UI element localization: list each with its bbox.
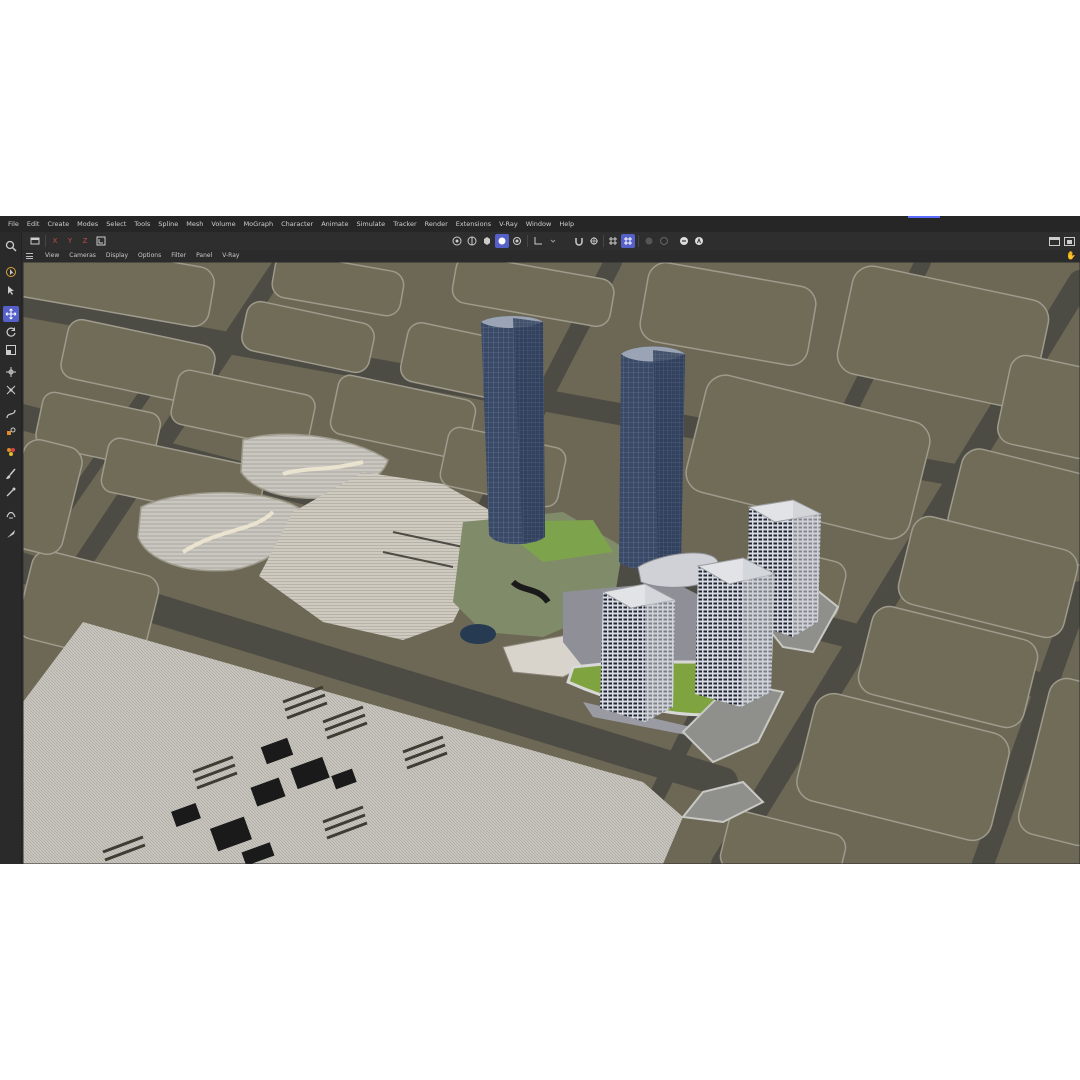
viewport-menu-vray[interactable]: V-Ray	[217, 250, 244, 262]
search-icon[interactable]	[3, 238, 19, 254]
menu-character[interactable]: Character	[277, 216, 317, 232]
coordinate-system-icon[interactable]	[94, 234, 108, 248]
viewport-scene	[23, 262, 1080, 864]
menu-file[interactable]: File	[4, 216, 23, 232]
viewport-hamburger-icon[interactable]	[26, 250, 36, 262]
viewport-menu-panel[interactable]: Panel	[191, 250, 217, 262]
viewport-menu-display[interactable]: Display	[101, 250, 133, 262]
undo-history-icon[interactable]	[28, 234, 42, 248]
axis-x-button[interactable]: X	[48, 234, 62, 248]
sketch-icon[interactable]	[3, 484, 19, 500]
floor-grid-icon[interactable]	[531, 234, 545, 248]
axis-y-button[interactable]: Y	[63, 234, 77, 248]
dropdown-arrow-icon[interactable]	[546, 234, 560, 248]
menu-bar: File Edit Create Modes Select Tools Spli…	[0, 216, 1080, 232]
scale-icon[interactable]	[3, 342, 19, 358]
menu-mesh[interactable]: Mesh	[182, 216, 207, 232]
menu-edit[interactable]: Edit	[23, 216, 44, 232]
workplane-icon[interactable]	[587, 234, 601, 248]
viewport-menu-filter[interactable]: Filter	[166, 250, 191, 262]
layout-indicator	[908, 216, 940, 218]
tower-left	[481, 316, 545, 545]
transform-icon[interactable]	[3, 364, 19, 380]
live-select-icon[interactable]	[3, 264, 19, 280]
menu-window[interactable]: Window	[522, 216, 556, 232]
viewport-menu-cameras[interactable]: Cameras	[64, 250, 101, 262]
menu-render[interactable]: Render	[421, 216, 452, 232]
menu-simulate[interactable]: Simulate	[352, 216, 389, 232]
render-queue-icon[interactable]	[1062, 234, 1076, 248]
render-view-icon[interactable]	[450, 234, 464, 248]
left-tool-palette	[0, 232, 22, 864]
paint-icon[interactable]	[3, 444, 19, 460]
menu-help[interactable]: Help	[555, 216, 578, 232]
menu-create[interactable]: Create	[43, 216, 73, 232]
render-settings-icon[interactable]	[480, 234, 494, 248]
animation-mode-icon[interactable]	[692, 234, 706, 248]
vray-ipr-icon[interactable]	[510, 234, 524, 248]
menu-extensions[interactable]: Extensions	[452, 216, 495, 232]
menu-vray[interactable]: V-Ray	[495, 216, 522, 232]
viewport-menu-bar: View Cameras Display Options Filter Pane…	[24, 250, 1080, 262]
axis-z-button[interactable]: Z	[78, 234, 92, 248]
cinema4d-window: File Edit Create Modes Select Tools Spli…	[0, 216, 1080, 864]
select-tool-icon[interactable]	[3, 282, 19, 298]
pan-hand-icon[interactable]: ✋	[1066, 251, 1076, 260]
spline-pen-icon[interactable]	[3, 406, 19, 422]
main-toolbar: X Y Z	[0, 232, 1080, 250]
viewport-menu-options[interactable]: Options	[133, 250, 166, 262]
grid-snap-icon[interactable]	[606, 234, 620, 248]
rotate-icon[interactable]	[3, 324, 19, 340]
brush-icon[interactable]	[3, 466, 19, 482]
quantize-icon[interactable]	[621, 234, 635, 248]
coordinate-icon[interactable]	[3, 382, 19, 398]
enable-axis-icon[interactable]	[677, 234, 691, 248]
menu-volume[interactable]: Volume	[207, 216, 239, 232]
menu-select[interactable]: Select	[102, 216, 130, 232]
menu-tools[interactable]: Tools	[130, 216, 154, 232]
move-icon[interactable]	[3, 306, 19, 322]
layout-icon[interactable]	[1047, 234, 1061, 248]
viewport-solo-icon[interactable]	[642, 234, 656, 248]
material-icon[interactable]	[3, 424, 19, 440]
menu-mograph[interactable]: MoGraph	[240, 216, 278, 232]
sculpt-icon[interactable]	[3, 506, 19, 522]
3d-viewport[interactable]	[23, 262, 1080, 864]
magnet-snap-icon[interactable]	[572, 234, 586, 248]
render-region-icon[interactable]	[465, 234, 479, 248]
vray-render-icon[interactable]	[495, 234, 509, 248]
menu-spline[interactable]: Spline	[154, 216, 182, 232]
menu-tracker[interactable]: Tracker	[389, 216, 420, 232]
solo-hierarchy-icon[interactable]	[657, 234, 671, 248]
menu-modes[interactable]: Modes	[73, 216, 102, 232]
knife-icon[interactable]	[3, 526, 19, 542]
menu-animate[interactable]: Animate	[317, 216, 352, 232]
viewport-menu-view[interactable]: View	[40, 250, 64, 262]
